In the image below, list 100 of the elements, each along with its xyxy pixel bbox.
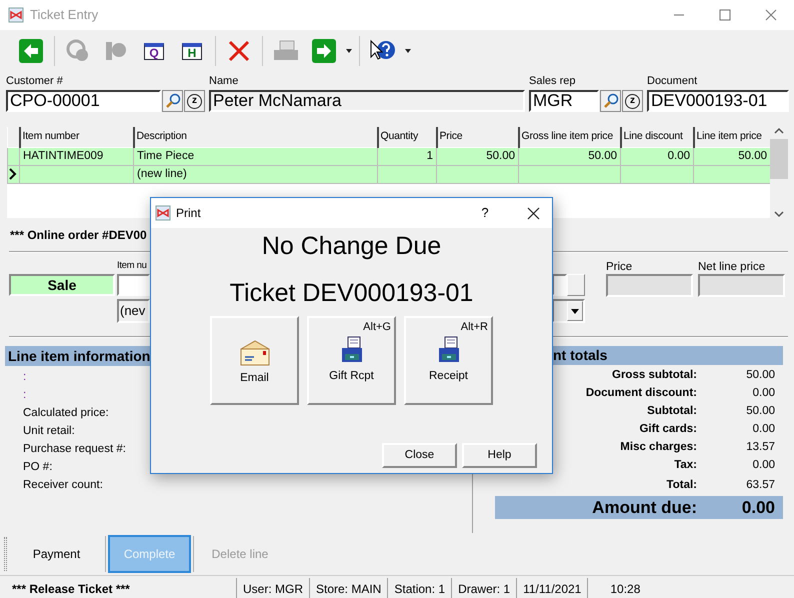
input-field[interactable] [117, 274, 150, 296]
input-field[interactable] [606, 274, 693, 297]
app-icon [8, 7, 24, 23]
scrollbar-thumb[interactable] [770, 139, 788, 179]
table-cell: 0.00 [620, 147, 694, 166]
dropdown-field[interactable]: (nev [117, 299, 150, 323]
close-icon [765, 9, 777, 21]
field-label: Sales rep [529, 74, 576, 88]
column-header[interactable]: Gross line item price [518, 127, 620, 147]
maximize-icon [719, 9, 731, 21]
window-icon: Q [144, 42, 164, 60]
amount-due-value: 0.00 [740, 497, 775, 519]
column-header[interactable]: Line item price [694, 127, 770, 147]
table-cell [378, 165, 436, 184]
email-button[interactable]: Email [210, 316, 299, 405]
status-field: Store: MAIN [310, 578, 388, 598]
print-button[interactable]: Alt+G Gift Rcpt [307, 316, 396, 405]
column-header[interactable]: Item number [20, 127, 134, 147]
clear-button[interactable]: z [622, 90, 643, 112]
printer-icon [340, 336, 364, 364]
total-value: 63.57 [745, 478, 775, 493]
input-field[interactable]: CPO-00001 [6, 90, 161, 112]
dropdown-field[interactable] [552, 299, 585, 323]
status-field: 11/11/2021 [517, 578, 588, 598]
total-label: Total: [666, 478, 697, 493]
lookup-button[interactable] [600, 90, 621, 112]
field-label: Document [647, 74, 698, 88]
input-field[interactable] [698, 274, 785, 297]
window-button[interactable]: H [173, 34, 211, 68]
column-header[interactable]: Line discount [620, 127, 694, 147]
status-field: Station: 1 [388, 578, 452, 598]
field-label: Receiver count: [23, 479, 103, 491]
input-field[interactable]: MGR [529, 90, 599, 112]
table-cell: HATINTIME009 [20, 147, 134, 166]
print-button[interactable]: Alt+R Receipt [404, 316, 493, 405]
dialog-button[interactable]: Help [462, 443, 537, 468]
total-value: 0.00 [752, 458, 775, 473]
field-label: Customer # [6, 74, 64, 88]
field-label: : [23, 371, 26, 383]
input-field[interactable] [552, 274, 567, 296]
table-cell: 50.00 [694, 147, 770, 166]
dropdown-arrow-icon [571, 308, 579, 314]
field-label: Name [209, 74, 240, 88]
table-cell: 50.00 [436, 147, 518, 166]
close-icon [526, 206, 540, 220]
dialog-button[interactable]: Close [382, 443, 457, 468]
column-header[interactable]: Price [436, 127, 518, 147]
row-selector[interactable] [8, 165, 20, 184]
dialog-title: Print [176, 205, 202, 222]
table-cell: (new line) [134, 165, 378, 184]
dialog-heading: No Change Due [260, 231, 442, 261]
table-cell: Time Piece [134, 147, 378, 166]
action-button[interactable]: Payment [10, 535, 103, 573]
table-cell: 50.00 [518, 147, 620, 166]
field-label: Calculated price: [23, 407, 109, 419]
total-value: 50.00 [745, 404, 775, 419]
status-field: 10:28 [588, 578, 646, 598]
status-field: Drawer: 1 [452, 578, 518, 598]
input-field[interactable]: DEV000193-01 [647, 90, 789, 112]
total-label: Gift cards: [638, 422, 697, 437]
field-label: Net line price [698, 260, 766, 274]
amount-due-label: Amount due: [591, 497, 697, 519]
total-label: Tax: [673, 458, 697, 473]
caret-icon [405, 49, 411, 53]
column-header[interactable]: Quantity [378, 127, 436, 147]
total-value: 13.57 [745, 440, 775, 455]
total-value: 0.00 [752, 422, 775, 437]
total-label: Document discount: [584, 386, 697, 401]
current-row-icon [8, 166, 18, 181]
status-field: User: MGR [237, 578, 310, 598]
column-header[interactable]: Description [134, 127, 378, 147]
help-button[interactable]: ? [470, 203, 500, 223]
input-field[interactable]: Peter McNamara [209, 90, 525, 112]
field-label: Price [606, 260, 634, 274]
field-label: Item nu [117, 259, 147, 273]
total-label: Gross subtotal: [611, 368, 697, 383]
app-icon [155, 205, 171, 221]
window-button[interactable]: Q [135, 34, 173, 68]
shortcut-label: Alt+R [460, 320, 488, 335]
shortcut-label: Alt+G [363, 320, 391, 335]
total-value: 50.00 [745, 368, 775, 383]
total-value: 0.00 [752, 386, 775, 401]
clear-button[interactable]: z [184, 90, 205, 112]
printer-icon [436, 336, 460, 364]
window-title: Ticket Entry [30, 6, 100, 24]
search-icon [602, 93, 618, 109]
field-label: Unit retail: [23, 425, 75, 437]
lookup-button[interactable] [162, 90, 183, 112]
search-icon [164, 93, 180, 109]
close-icon [227, 39, 251, 63]
order-note: *** Online order #DEV00 [10, 226, 147, 244]
dialog-subheading: Ticket DEV000193-01 [228, 278, 474, 308]
mode-label: Sale [9, 274, 115, 296]
envelope-icon [240, 340, 270, 366]
field-label: Purchase request #: [23, 443, 126, 455]
field-label: : [23, 389, 26, 401]
table-cell: 1 [378, 147, 436, 166]
total-label: Subtotal: [646, 404, 697, 419]
printer-icon [272, 39, 300, 63]
field-label: PO #: [23, 461, 52, 473]
